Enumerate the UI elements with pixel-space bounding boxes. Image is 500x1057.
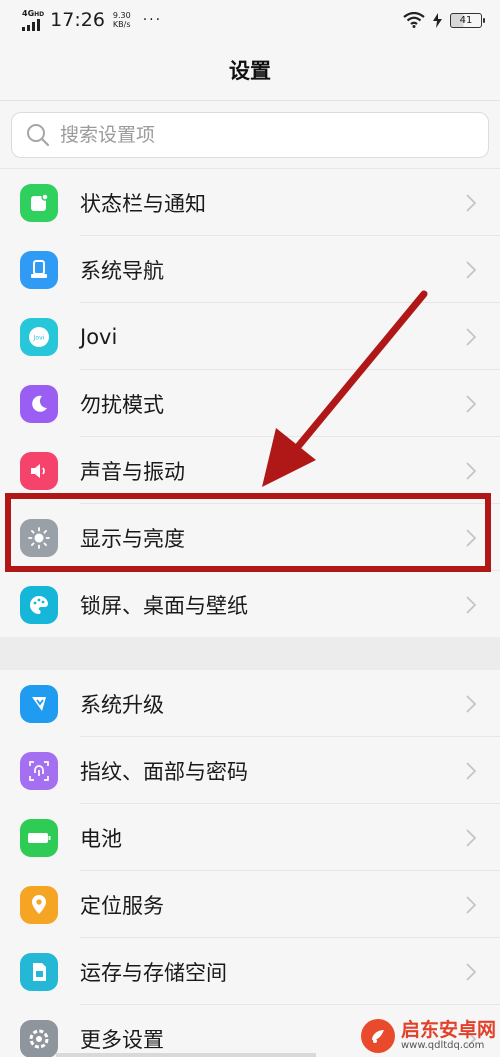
settings-item-label: Jovi: [80, 324, 118, 349]
battery-indicator: 41: [450, 12, 485, 28]
settings-item-label: 系统导航: [80, 258, 164, 283]
chevron-right-icon: [466, 761, 476, 780]
settings-item-label: 定位服务: [80, 893, 164, 918]
settings-item-jovi[interactable]: Jovi Jovi: [0, 303, 500, 370]
settings-item-label: 状态栏与通知: [80, 191, 206, 216]
search-icon: [27, 124, 50, 147]
speaker-icon: [20, 451, 58, 490]
chevron-right-icon: [466, 895, 476, 914]
settings-item-status-bar[interactable]: 状态栏与通知: [0, 169, 500, 236]
network-type: 4GHD: [22, 8, 45, 18]
chevron-right-icon: [466, 595, 476, 614]
settings-item-label: 锁屏、桌面与壁纸: [80, 593, 248, 618]
chevron-right-icon: [466, 193, 476, 212]
settings-item-fingerprint[interactable]: 指纹、面部与密码: [0, 737, 500, 804]
home-indicator: [56, 1053, 316, 1057]
clock: 17:26: [50, 9, 105, 31]
chevron-right-icon: [466, 962, 476, 981]
chevron-right-icon: [466, 694, 476, 713]
svg-text:Jovi: Jovi: [33, 334, 45, 341]
settings-item-battery[interactable]: 电池: [0, 804, 500, 871]
palette-icon: [20, 585, 58, 624]
settings-item-label: 声音与振动: [80, 459, 185, 484]
divider: [0, 100, 500, 101]
charging-icon: [433, 12, 442, 28]
settings-item-lockscreen-wallpaper[interactable]: 锁屏、桌面与壁纸: [0, 571, 500, 638]
watermark: 启东安卓网 www.qdltdq.com: [360, 1018, 496, 1053]
status-bar: 4GHD 17:26 9.30 KB/s ··· 41: [0, 0, 500, 40]
jovi-icon: Jovi: [20, 317, 58, 356]
chevron-right-icon: [466, 461, 476, 480]
settings-item-label: 系统升级: [80, 692, 164, 717]
chevron-right-icon: [466, 394, 476, 413]
signal-icon: 4GHD: [22, 8, 45, 31]
search-bar[interactable]: [11, 112, 489, 158]
battery-icon: [20, 818, 58, 857]
fingerprint-icon: [20, 751, 58, 790]
settings-item-label: 电池: [80, 826, 122, 851]
settings-item-location[interactable]: 定位服务: [0, 871, 500, 938]
settings-item-navigation[interactable]: 系统导航: [0, 236, 500, 303]
settings-item-label: 更多设置: [80, 1027, 164, 1052]
location-icon: [20, 885, 58, 924]
page-title: 设置: [229, 59, 271, 83]
more-settings-icon: [20, 1019, 58, 1057]
settings-item-do-not-disturb[interactable]: 勿扰模式: [0, 370, 500, 437]
settings-item-label: 勿扰模式: [80, 392, 164, 417]
upgrade-icon: [20, 684, 58, 723]
watermark-name: 启东安卓网: [400, 1018, 496, 1041]
search-input[interactable]: [60, 124, 440, 146]
settings-item-storage[interactable]: 运存与存储空间: [0, 938, 500, 1005]
chevron-right-icon: [466, 828, 476, 847]
watermark-logo-icon: [360, 1019, 395, 1053]
navigation-icon: [20, 250, 58, 289]
settings-item-label: 指纹、面部与密码: [80, 759, 248, 784]
storage-icon: [20, 952, 58, 991]
settings-item-system-upgrade[interactable]: 系统升级: [0, 670, 500, 737]
chevron-right-icon: [466, 260, 476, 279]
watermark-url: www.qdltdq.com: [400, 1039, 485, 1051]
network-speed: 9.30 KB/s: [112, 11, 131, 29]
more-notifications-icon: ···: [142, 12, 163, 28]
section-separator: [0, 637, 500, 670]
settings-item-label: 运存与存储空间: [80, 960, 227, 985]
moon-icon: [20, 384, 58, 423]
status-bar-icon: [20, 183, 58, 222]
highlight-box: [5, 493, 491, 572]
wifi-icon: [403, 12, 425, 28]
chevron-right-icon: [466, 327, 476, 346]
settings-group-system: 系统升级 指纹、面部与密码 电池 定位服务 运存与存储空间 更多设置: [0, 670, 500, 1057]
